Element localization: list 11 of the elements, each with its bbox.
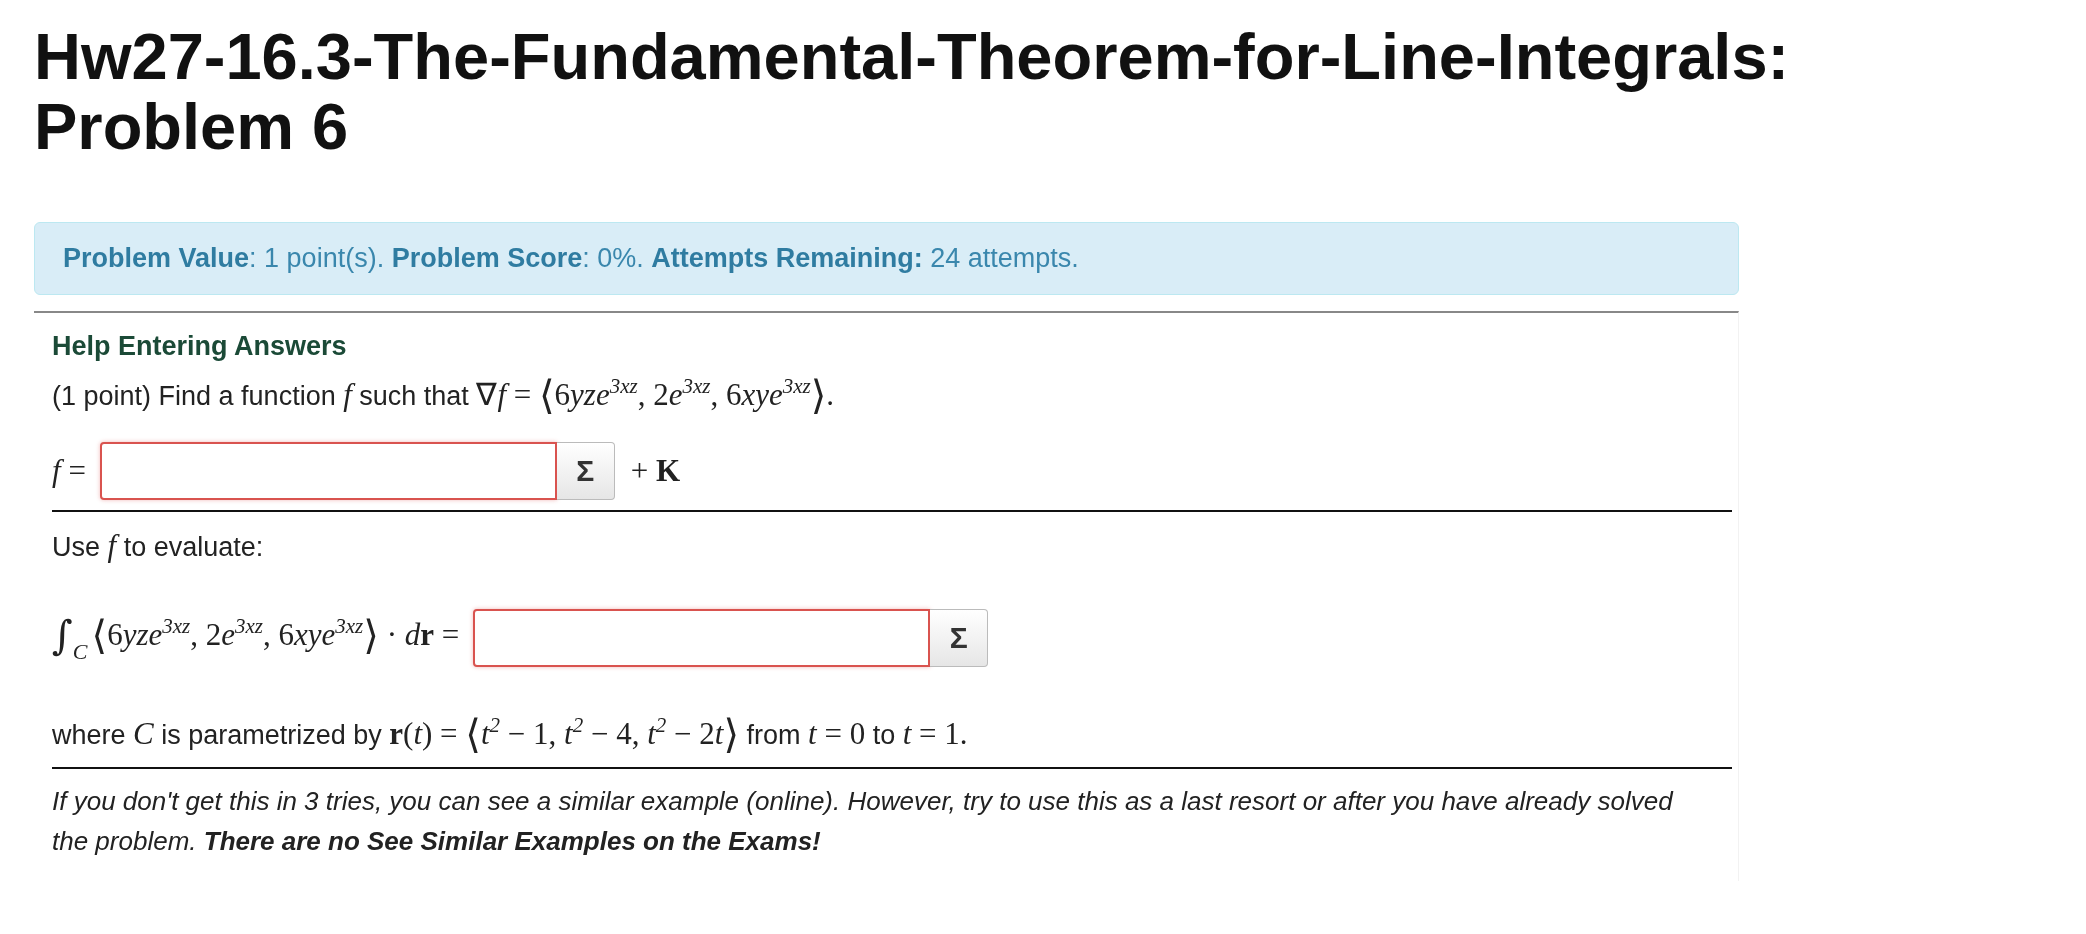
math-label: + K xyxy=(630,453,681,490)
math-label: f = xyxy=(52,453,86,490)
instruction-text: Use f to evaluate: xyxy=(52,527,265,566)
equation-editor-button[interactable]: Σ xyxy=(930,609,989,668)
help-link[interactable]: Help Entering Answers xyxy=(52,331,347,363)
answer-field[interactable] xyxy=(99,442,557,501)
problem-info-banner: Problem Value: 1 point(s). Problem Score: 0%. Attempts Remaining: 24 attempts. xyxy=(34,222,1739,296)
hint-text: If you don't get this in 3 tries, you can see a similar example (online). However, try to use this as a last resort or after you have already solved the problem. There are no See Similar Examples on the Exams! xyxy=(52,785,1675,859)
page-title: Hw27-16.3-The-Fundamental-Theorem-for-Line-Integrals: Problem 6 xyxy=(34,22,1791,163)
answer-field[interactable] xyxy=(473,609,931,668)
equation-editor-button[interactable]: Σ xyxy=(556,442,615,501)
